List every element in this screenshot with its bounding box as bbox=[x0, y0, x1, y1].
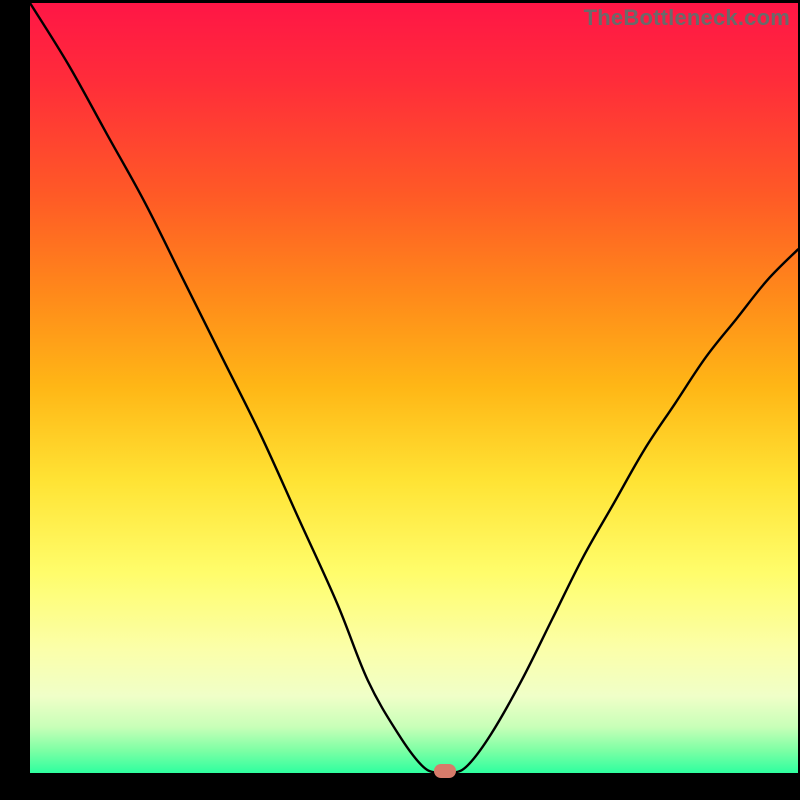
curve-svg bbox=[30, 3, 798, 773]
bottleneck-curve bbox=[30, 3, 798, 773]
plot-area: TheBottleneck.com bbox=[30, 3, 798, 773]
minimum-marker bbox=[434, 764, 456, 778]
chart-container: TheBottleneck.com bbox=[0, 0, 800, 800]
